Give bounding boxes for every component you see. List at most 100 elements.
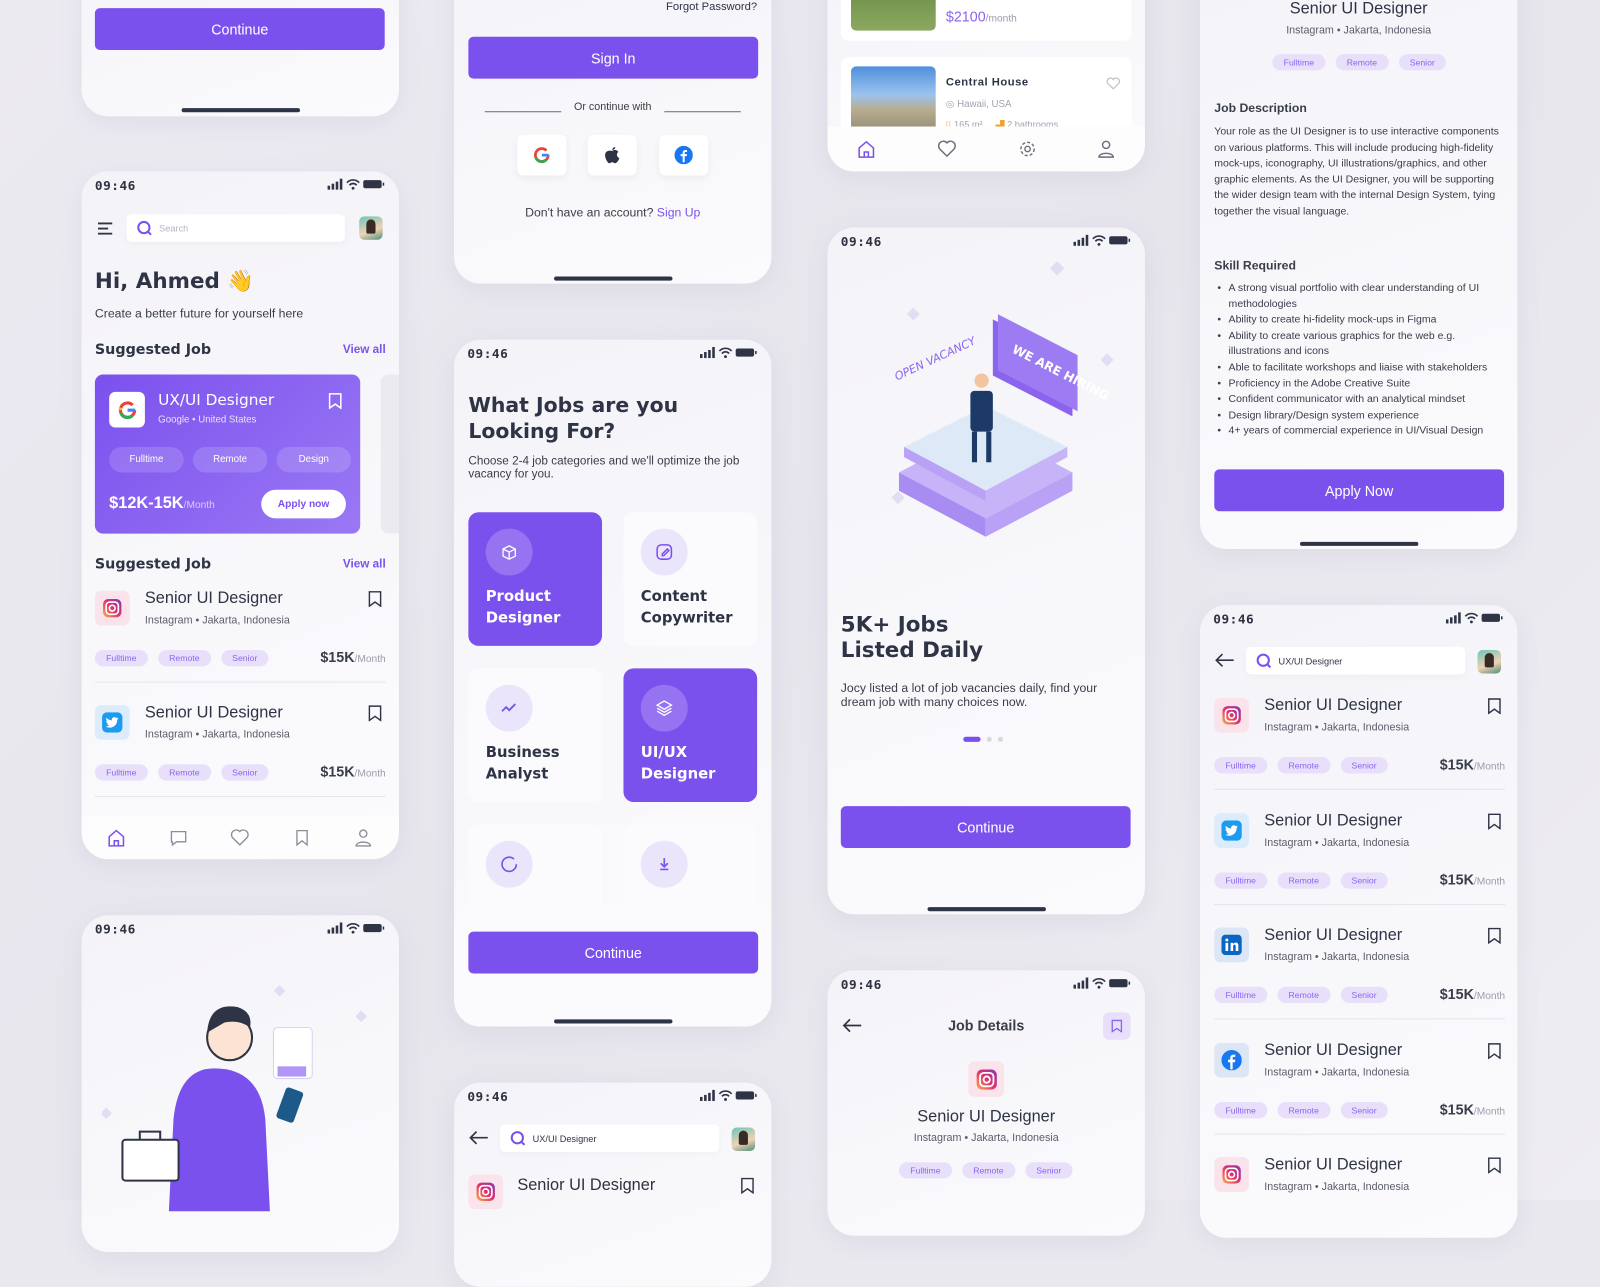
bookmark-button[interactable] [1103, 1012, 1131, 1040]
instagram-icon [976, 1068, 997, 1090]
tag: Senior [220, 764, 269, 781]
twitter-logo [94, 705, 130, 740]
bottom-nav [81, 816, 399, 860]
apply-now-button[interactable]: Apply now [261, 489, 346, 519]
heart-icon[interactable] [230, 829, 249, 847]
twitter-icon [1221, 819, 1242, 841]
category-card[interactable]: Product Designer [468, 512, 603, 646]
bookmark-icon[interactable] [1488, 1042, 1501, 1059]
featured-salary: $12K-15K/Month [109, 494, 215, 513]
tag: Fulltime [94, 764, 148, 781]
back-arrow-icon[interactable] [468, 1131, 488, 1145]
search-query: UX/UI Designer [532, 1133, 597, 1144]
layers-icon [655, 700, 673, 717]
back-arrow-icon[interactable] [1214, 653, 1234, 667]
signal-wifi-battery-icons [327, 922, 385, 934]
forgot-password-link[interactable]: Forgot Password? [666, 1, 757, 13]
continue-button[interactable]: Continue [94, 8, 385, 50]
bookmark-icon[interactable] [368, 705, 382, 722]
bottom-nav [827, 126, 1145, 172]
avatar[interactable] [359, 216, 383, 240]
continue-button[interactable]: Continue [840, 806, 1131, 848]
view-all-link[interactable]: View all [343, 344, 386, 356]
design-showcase: Continue 09:46 Search Hi, Ahmed 👋 Create… [0, 0, 1600, 1287]
instagram-icon [476, 1182, 495, 1202]
house-photo [851, 0, 936, 31]
house-card[interactable]: $2100/month [840, 0, 1132, 41]
featured-job-card[interactable]: UX/UI Designer Google • United States Fu… [94, 374, 361, 534]
search-input[interactable]: UX/UI Designer [1245, 646, 1466, 675]
job-title: Senior UI Designer [1264, 696, 1403, 715]
bookmark-icon[interactable] [1488, 698, 1501, 715]
job-list-item[interactable]: Senior UI Designer Instagram • Jakarta, … [1214, 927, 1506, 1020]
section-heading: Job Description [1214, 101, 1307, 116]
categories-phone: 09:46 What Jobs are you Looking For? Cho… [454, 339, 772, 1027]
page-dot[interactable] [986, 736, 992, 742]
signal-wifi-battery-icons [1073, 234, 1131, 246]
home-icon[interactable] [107, 829, 125, 847]
divider [1214, 1133, 1506, 1135]
bullet: • [1217, 409, 1222, 422]
category-label: Business Analyst [485, 744, 560, 783]
bookmark-icon[interactable] [328, 393, 342, 410]
category-card[interactable]: Business Analyst [468, 668, 603, 803]
bookmark-icon[interactable] [1488, 813, 1501, 830]
job-tags: Fulltime Remote Senior [1214, 871, 1398, 889]
continue-button[interactable]: Continue [468, 931, 759, 974]
menu-icon[interactable] [97, 222, 113, 235]
apple-sign-in-button[interactable] [587, 134, 637, 176]
job-list-item[interactable]: Senior UI Designer Instagram • Jakarta, … [94, 590, 386, 683]
section-title: Suggested Job [94, 341, 212, 359]
sign-in-phone: Forgot Password? Sign In Or continue wit… [454, 0, 772, 284]
home-icon[interactable] [857, 140, 875, 158]
illustration-phone: 09:46 [81, 915, 399, 1253]
divider [484, 111, 562, 113]
next-job-card-peek[interactable] [380, 374, 399, 534]
tag: Design [276, 446, 352, 473]
job-list-item[interactable]: Senior UI Designer Instagram • Jakarta, … [94, 704, 386, 797]
job-salary: $15K/Month [1439, 1100, 1506, 1117]
google-sign-in-button[interactable] [517, 134, 567, 176]
bookmark-icon[interactable] [1488, 1157, 1501, 1174]
heart-icon[interactable] [937, 140, 956, 158]
house-location: ◎ Hawaii, USA [945, 98, 1012, 111]
status-time: 09:46 [467, 1088, 509, 1105]
chat-icon[interactable] [169, 829, 187, 847]
page-dot[interactable] [997, 736, 1004, 742]
home-indicator [553, 1019, 672, 1024]
job-list-item[interactable]: Senior UI Designer Instagram • Jakarta, … [1214, 1041, 1506, 1135]
job-list-item[interactable]: Senior UI Designer Instagram • Jakarta, … [1214, 812, 1506, 905]
search-query: UX/UI Designer [1278, 655, 1343, 666]
page-dot-active[interactable] [963, 736, 981, 742]
job-list-item[interactable]: Senior UI Designer Instagram • Jakarta, … [1214, 1156, 1505, 1238]
bookmark-icon[interactable] [292, 829, 310, 847]
page-title: Job Details [948, 1017, 1025, 1034]
category-card[interactable]: Content Copywriter [623, 512, 758, 646]
house-name: Central House [945, 76, 1029, 89]
search-input[interactable]: Search [126, 214, 345, 242]
avatar[interactable] [731, 1127, 756, 1152]
facebook-sign-in-button[interactable] [659, 134, 709, 176]
category-label: Content Copywriter [640, 588, 733, 627]
bookmark-icon[interactable] [368, 591, 382, 608]
status-bar: 09:46 [841, 976, 1131, 992]
search-input[interactable]: UX/UI Designer [499, 1124, 720, 1153]
bookmark-icon[interactable] [1488, 927, 1501, 944]
user-icon[interactable] [1097, 140, 1115, 158]
bookmark-icon[interactable] [741, 1177, 754, 1194]
search-icon [510, 1131, 526, 1146]
category-card[interactable]: UI/UX Designer [623, 668, 758, 803]
user-icon[interactable] [354, 829, 372, 847]
avatar[interactable] [1477, 649, 1502, 674]
tag: Remote [157, 764, 211, 781]
sign-up-link[interactable]: Sign Up [657, 205, 701, 219]
status-time: 09:46 [1213, 611, 1255, 627]
view-all-link[interactable]: View all [343, 558, 386, 570]
job-list-item[interactable]: Senior UI Designer Instagram • Jakarta, … [1214, 696, 1506, 790]
sign-in-button[interactable]: Sign In [468, 36, 759, 79]
gear-icon[interactable] [1018, 140, 1036, 158]
instagram-icon [1222, 1165, 1241, 1184]
apply-now-button[interactable]: Apply Now [1214, 469, 1505, 512]
heart-icon[interactable] [1106, 77, 1120, 90]
skill-item: • A strong visual portfolio with clear un… [1217, 281, 1507, 313]
